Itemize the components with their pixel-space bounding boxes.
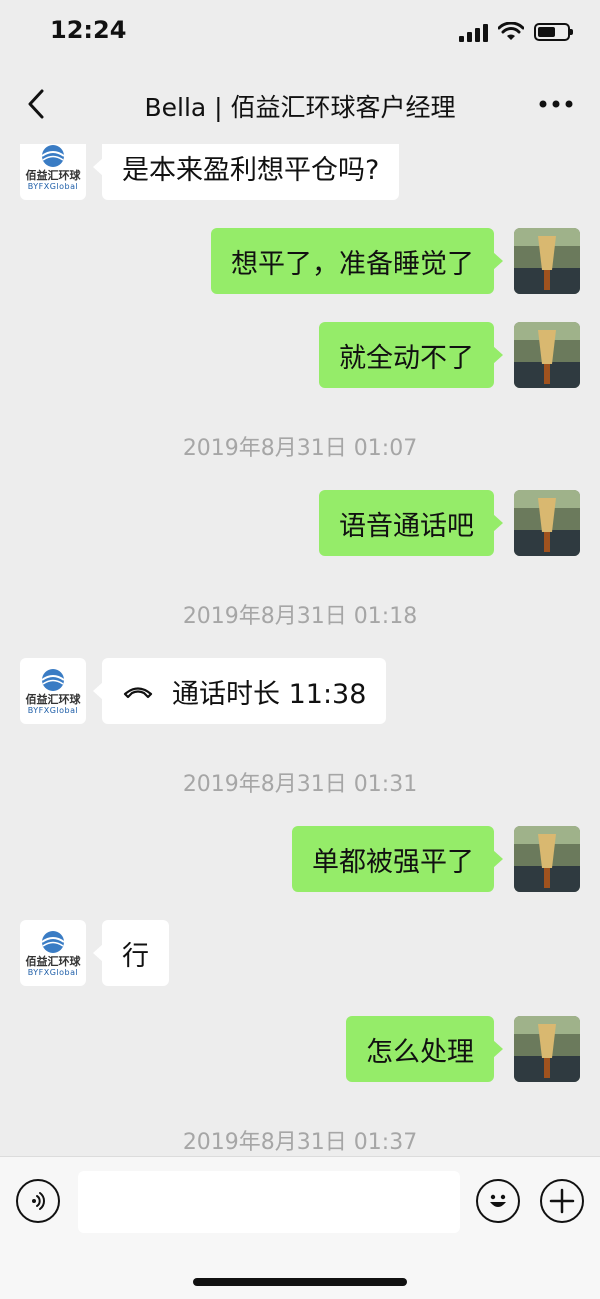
contact-avatar[interactable]: 佰益汇环球 BYFXGlobal — [20, 920, 86, 986]
message-bubble[interactable]: 单都被强平了 — [292, 826, 503, 892]
back-button[interactable] — [18, 84, 54, 124]
logo-sub: BYFXGlobal — [27, 705, 79, 715]
my-avatar[interactable] — [514, 322, 580, 388]
message-row: 佰益汇环球 BYFXGlobal 行 — [0, 920, 600, 986]
message-input[interactable] — [78, 1171, 460, 1233]
signal-bars-icon — [459, 22, 488, 42]
avatar-photo-icon — [514, 228, 580, 294]
message-text: 怎么处理 — [366, 1036, 474, 1068]
globe-logo-icon — [41, 930, 65, 953]
logo-text: 佰益汇环球 — [25, 954, 81, 968]
message-row: 单都被强平了 — [0, 826, 600, 892]
message-text: 就全动不了 — [339, 342, 474, 374]
timestamp: 2019年8月31日 01:37 — [182, 1130, 418, 1155]
logo-text: 佰益汇环球 — [25, 168, 81, 182]
contact-avatar[interactable]: 佰益汇环球 BYFXGlobal — [20, 144, 86, 200]
message-row: 想平了，准备睡觉了 — [0, 228, 600, 294]
emoji-icon — [490, 1194, 506, 1207]
logo-text: 佰益汇环球 — [25, 692, 81, 706]
message-bubble[interactable]: 语音通话吧 — [319, 490, 503, 556]
emoji-button[interactable] — [476, 1179, 520, 1223]
timestamp: 2019年8月31日 01:31 — [182, 772, 418, 797]
nav-bar: Bella | 佰益汇环球客户经理 — [0, 64, 600, 144]
message-bubble[interactable]: 就全动不了 — [319, 322, 503, 388]
voice-button[interactable] — [16, 1179, 60, 1223]
avatar-photo-icon — [514, 490, 580, 556]
contact-avatar[interactable]: 佰益汇环球 BYFXGlobal — [20, 658, 86, 724]
message-bubble[interactable]: 行 — [93, 920, 169, 986]
plus-button[interactable] — [540, 1179, 584, 1223]
message-row: 就全动不了 — [0, 322, 600, 388]
avatar-photo-icon — [514, 322, 580, 388]
message-bubble[interactable]: 是本来盈利想平仓吗? — [92, 144, 400, 200]
voice-icon — [32, 1192, 45, 1210]
my-avatar[interactable] — [514, 490, 580, 556]
message-text: 语音通话吧 — [339, 510, 474, 542]
chat-area[interactable]: 佰益汇环球 BYFXGlobal 是本来盈利想平仓吗? 想平了，准备睡觉了 就全… — [0, 144, 600, 1156]
more-button[interactable] — [536, 86, 576, 122]
message-row: 怎么处理 — [0, 1016, 600, 1082]
avatar-photo-icon — [514, 1016, 580, 1082]
more-dots-icon — [539, 100, 573, 108]
battery-icon — [534, 23, 573, 41]
timestamp: 2019年8月31日 01:18 — [182, 604, 418, 629]
status-time: 12:24 — [50, 16, 127, 44]
logo-sub: BYFXGlobal — [27, 181, 79, 191]
call-record-bubble[interactable]: 通话时长 11:38 — [92, 658, 387, 724]
input-bar — [0, 1156, 600, 1299]
call-duration: 通话时长 11:38 — [172, 678, 367, 710]
my-avatar[interactable] — [514, 826, 580, 892]
phone-handset-icon — [122, 683, 154, 699]
my-avatar[interactable] — [514, 228, 580, 294]
wifi-icon — [498, 22, 524, 40]
message-text: 单都被强平了 — [312, 846, 474, 878]
timestamp: 2019年8月31日 01:07 — [182, 436, 418, 461]
logo-sub: BYFXGlobal — [27, 967, 79, 977]
message-text: 行 — [122, 940, 149, 972]
globe-logo-icon — [41, 668, 65, 691]
message-row: 佰益汇环球 BYFXGlobal 通话时长 11:38 — [0, 658, 600, 724]
message-row: 佰益汇环球 BYFXGlobal 是本来盈利想平仓吗? — [0, 144, 600, 200]
my-avatar[interactable] — [514, 1016, 580, 1082]
message-row: 语音通话吧 — [0, 490, 600, 556]
status-bar: 12:24 — [0, 0, 600, 64]
chat-title: Bella | 佰益汇环球客户经理 — [144, 93, 456, 122]
message-text: 是本来盈利想平仓吗? — [122, 154, 380, 186]
globe-logo-icon — [41, 144, 65, 167]
home-indicator — [193, 1278, 407, 1286]
status-icons — [459, 20, 573, 44]
message-text: 想平了，准备睡觉了 — [231, 248, 474, 280]
message-bubble[interactable]: 怎么处理 — [346, 1016, 503, 1082]
battery-fill — [538, 27, 555, 37]
message-bubble[interactable]: 想平了，准备睡觉了 — [211, 228, 503, 294]
avatar-photo-icon — [514, 826, 580, 892]
plus-icon — [549, 1188, 575, 1214]
chevron-left-icon — [28, 89, 44, 119]
